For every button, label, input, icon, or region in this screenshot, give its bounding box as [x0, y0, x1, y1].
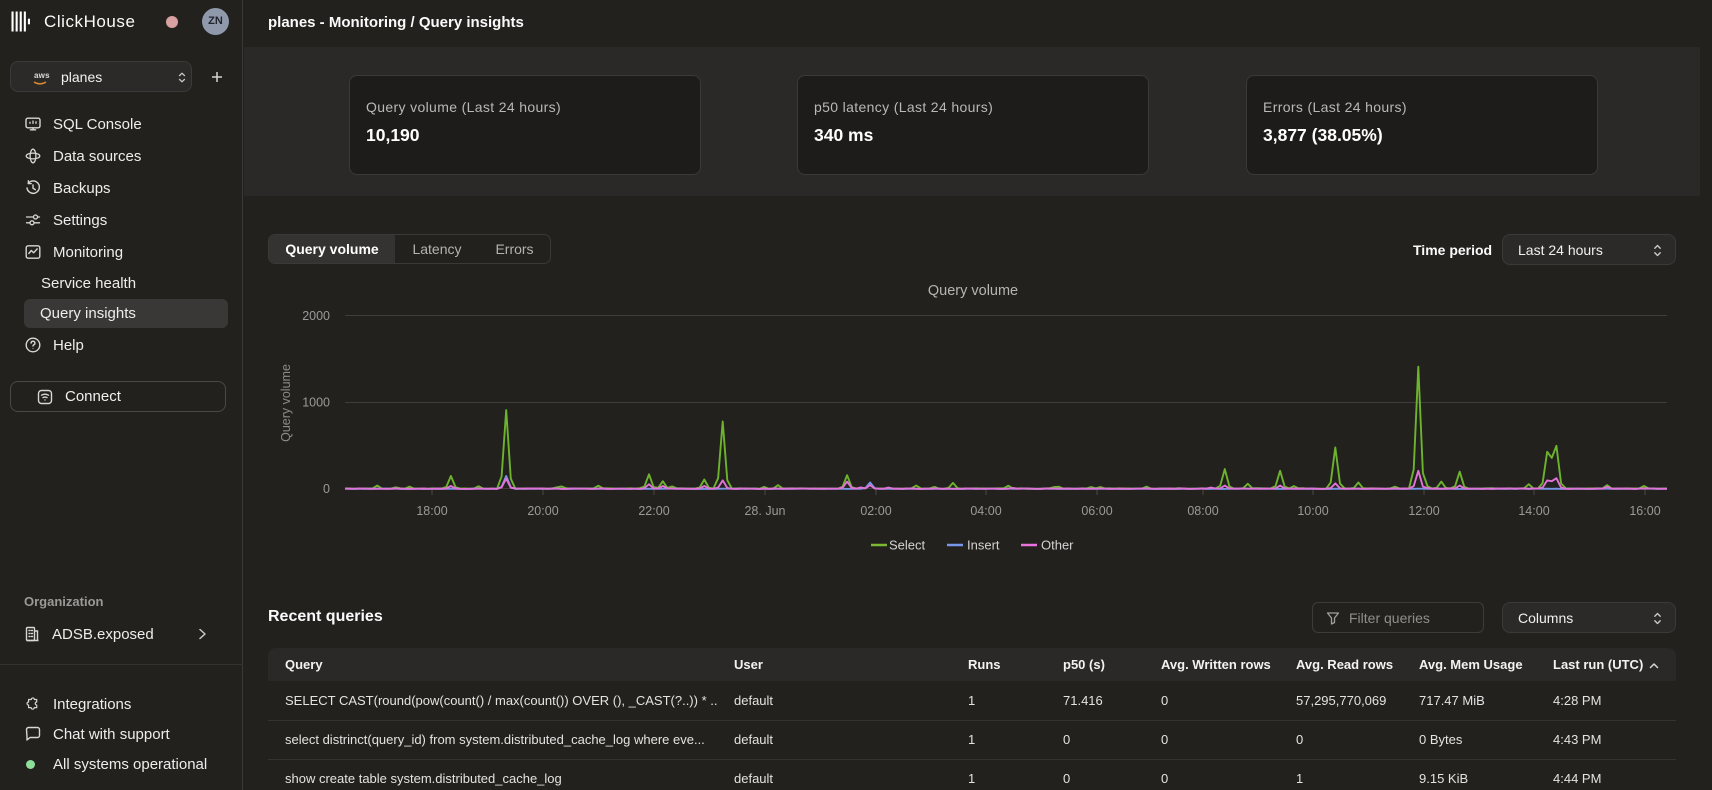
svg-text:16:00: 16:00	[1629, 504, 1660, 518]
svg-text:Query volume: Query volume	[928, 283, 1018, 299]
svg-text:14:00: 14:00	[1518, 504, 1549, 518]
svg-text:Other: Other	[1041, 538, 1074, 553]
svg-text:02:00: 02:00	[860, 504, 891, 518]
svg-text:28. Jun: 28. Jun	[744, 504, 785, 518]
svg-text:Insert: Insert	[967, 538, 1000, 553]
svg-text:04:00: 04:00	[970, 504, 1001, 518]
svg-text:20:00: 20:00	[527, 504, 558, 518]
svg-text:18:00: 18:00	[416, 504, 447, 518]
svg-text:2000: 2000	[302, 309, 330, 323]
svg-text:22:00: 22:00	[638, 504, 669, 518]
svg-text:12:00: 12:00	[1408, 504, 1439, 518]
svg-text:08:00: 08:00	[1187, 504, 1218, 518]
svg-text:Query volume: Query volume	[279, 364, 293, 442]
svg-text:Select: Select	[889, 538, 926, 553]
svg-text:06:00: 06:00	[1081, 504, 1112, 518]
svg-text:10:00: 10:00	[1297, 504, 1328, 518]
svg-text:0: 0	[323, 482, 330, 496]
svg-text:1000: 1000	[302, 396, 330, 410]
